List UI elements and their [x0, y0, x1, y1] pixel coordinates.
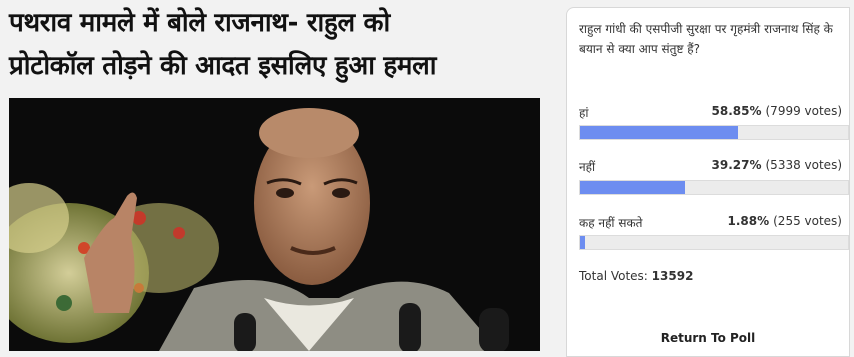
poll-question: राहुल गांधी की एसपीजी सुरक्षा पर गृहमंत्…	[579, 22, 833, 56]
headline-line-1: पथराव मामले में बोले राजनाथ- राहुल को	[9, 8, 390, 38]
poll-widget: राहुल गांधी की एसपीजी सुरक्षा पर गृहमंत्…	[566, 7, 850, 357]
poll-option-label: नहीं	[579, 160, 596, 174]
article-headline[interactable]: पथराव मामले में बोले राजनाथ- राहुल को प्…	[9, 2, 554, 88]
article-photo[interactable]	[9, 98, 540, 351]
poll-option-label: कह नहीं सकते	[579, 216, 643, 230]
poll-total-label: Total Votes:	[579, 269, 648, 283]
poll-option-bar-fill	[580, 236, 586, 249]
poll-option-votes: (255 votes)	[773, 214, 842, 228]
poll-option-stats: 58.85% (7999 votes)	[712, 104, 842, 118]
poll-option-percent: 39.27%	[711, 158, 762, 172]
poll-option-votes: (5338 votes)	[765, 158, 843, 172]
poll-option-bar	[579, 180, 849, 195]
poll-option-label: हां	[579, 106, 589, 120]
poll-option-bar	[579, 235, 849, 250]
poll-total-value: 13592	[651, 269, 694, 283]
poll-option-percent: 58.85%	[711, 104, 762, 118]
poll-option-votes: (7999 votes)	[765, 104, 843, 118]
poll-option-bar-fill	[580, 126, 738, 139]
poll-option-bar	[579, 125, 849, 140]
speaker-photo-illustration	[9, 98, 540, 351]
poll-total-votes: Total Votes: 13592	[579, 269, 693, 283]
headline-line-2: प्रोटोकॉल तोड़ने की आदत इसलिए हुआ हमला	[9, 51, 437, 81]
return-to-poll-link[interactable]: Return To Poll	[567, 331, 849, 345]
poll-option-stats: 39.27% (5338 votes)	[712, 158, 842, 172]
poll-option-stats: 1.88% (255 votes)	[727, 214, 842, 228]
poll-option-bar-fill	[580, 181, 686, 194]
poll-option-percent: 1.88%	[727, 214, 770, 228]
